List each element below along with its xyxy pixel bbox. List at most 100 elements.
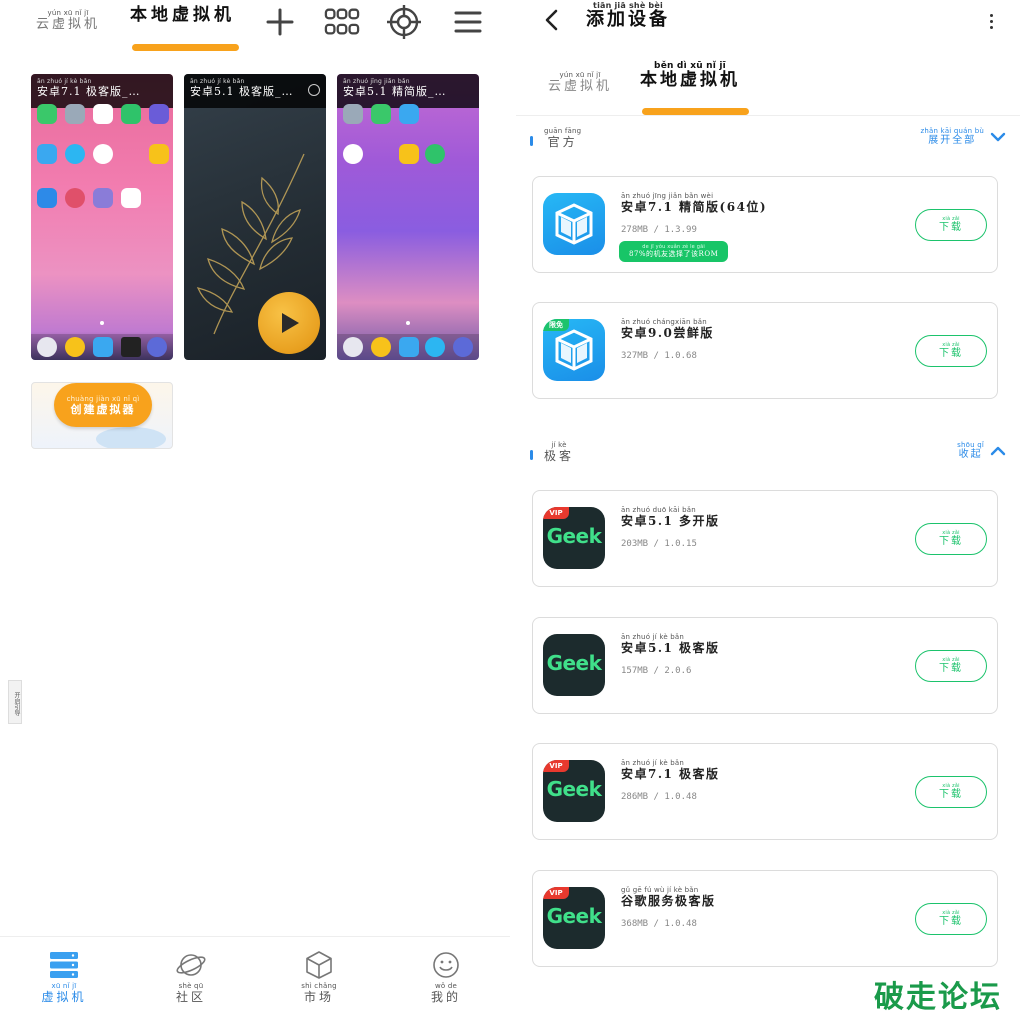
- download-button[interactable]: xià zǎi 下载: [915, 209, 987, 241]
- rom-card[interactable]: ān zhuó jīng jiǎn bǎn wèi 安卓7.1 精简版(64位)…: [532, 176, 998, 273]
- create-vm-button[interactable]: chuàng jiàn xū nǐ qì 创建虚拟器: [54, 383, 152, 427]
- vm-card[interactable]: ān zhuó jīng jiǎn bǎn 安卓5.1 精简版_…: [337, 74, 479, 360]
- tab-bar: yún xū nǐ jī 云虚拟机 běn dì xū nǐ jī 本地虚拟机: [516, 56, 1020, 116]
- server-icon: [48, 949, 80, 981]
- vm-card[interactable]: ān zhuó jí kè bǎn 安卓5.1 极客版_…: [184, 74, 326, 360]
- nav-label: shè qū 社区: [175, 982, 206, 1004]
- tab-local-vm[interactable]: běn dì xū nǐ jī 本地虚拟机: [640, 62, 740, 89]
- app-icon: [37, 144, 57, 164]
- rom-card[interactable]: Geek VIP ān zhuó jí kè bǎn 安卓7.1 极客版 286…: [532, 743, 998, 840]
- geek-logo-icon: Geek VIP: [543, 507, 605, 569]
- tab-indicator: [132, 44, 239, 51]
- section-bar: [530, 450, 533, 460]
- vm-title: ān zhuó jí kè bǎn 安卓7.1 极客版_…: [31, 74, 173, 108]
- vm-card[interactable]: ān zhuó jí kè bǎn 安卓7.1 极客版_…: [31, 74, 173, 360]
- download-icon: [121, 104, 141, 124]
- nav-mine[interactable]: wǒ de 我的: [411, 949, 481, 1003]
- decoration: [96, 427, 166, 448]
- app-icon: [399, 337, 419, 357]
- section-official: guān fāng 官方 zhǎn kāi quán bù 展开全部: [530, 126, 1006, 156]
- download-label: xià zǎi 下载: [939, 342, 963, 359]
- expand-all-label: zhǎn kāi quán bù 展开全部: [920, 127, 984, 146]
- geek-logo-text: Geek: [546, 651, 602, 675]
- plus-icon[interactable]: [262, 6, 298, 38]
- create-vm-card[interactable]: chuàng jiàn xū nǐ qì 创建虚拟器: [31, 382, 173, 449]
- section-title: guān fāng 官方: [544, 127, 582, 149]
- download-button[interactable]: xià zǎi 下载: [915, 650, 987, 682]
- section-geek: jí kè 极客 shōu qǐ 收起: [530, 440, 1006, 470]
- play-button[interactable]: [258, 292, 320, 354]
- nav-label: shì chǎng 市场: [301, 982, 337, 1004]
- menu-icon[interactable]: [450, 6, 486, 38]
- rom-card[interactable]: Geek ān zhuó jí kè bǎn 安卓5.1 极客版 157MB /…: [532, 617, 998, 714]
- settings-icon[interactable]: [308, 84, 320, 96]
- page-dot: [406, 321, 410, 325]
- qr-icon: [121, 188, 141, 208]
- guide-tab[interactable]: 开启引导: [8, 680, 22, 724]
- download-label: xià zǎi 下载: [939, 783, 963, 800]
- rom-meta: 203MB / 1.0.15: [621, 539, 697, 549]
- nav-label: xū nǐ jī 虚拟机: [41, 982, 87, 1004]
- nav-community[interactable]: shè qū 社区: [156, 949, 226, 1003]
- geek-logo-icon: Geek VIP: [543, 760, 605, 822]
- create-vm-label: chuàng jiàn xū nǐ qì 创建虚拟器: [66, 394, 140, 416]
- rom-card[interactable]: Geek VIP gǔ gē fú wù jí kè bǎn 谷歌服务极客版 3…: [532, 870, 998, 967]
- watermark: 破走论坛: [874, 980, 1002, 1015]
- rom-name: ān zhuó duō kāi bǎn 安卓5.1 多开版: [621, 506, 720, 528]
- nav-vm[interactable]: xū nǐ jī 虚拟机: [29, 949, 99, 1003]
- grid-icon[interactable]: [324, 6, 360, 38]
- rom-name: ān zhuó chángxiān bǎn 安卓9.0尝鲜版: [621, 318, 714, 340]
- terminal-icon: [121, 337, 141, 357]
- app-icon: [65, 188, 85, 208]
- geek-logo-icon: Geek VIP: [543, 887, 605, 949]
- app-icon: [343, 337, 363, 357]
- tools-icon: [147, 337, 167, 357]
- chevron-down-icon: [990, 132, 1006, 142]
- rom-name: gǔ gē fú wù jí kè bǎn 谷歌服务极客版: [621, 886, 716, 908]
- geek-logo-text: Geek: [546, 524, 602, 548]
- top-bar: yún xū nǐ jī 云虚拟机 本地虚拟机: [0, 0, 510, 62]
- app-icon: [149, 104, 169, 124]
- tab-cloud-vm[interactable]: yún xū nǐ jī 云虚拟机: [36, 10, 100, 32]
- rom-card[interactable]: Geek VIP ān zhuó duō kāi bǎn 安卓5.1 多开版 2…: [532, 490, 998, 587]
- download-button[interactable]: xià zǎi 下载: [915, 776, 987, 808]
- play-icon: [282, 313, 299, 333]
- expand-all-button[interactable]: zhǎn kāi quán bù 展开全部: [921, 128, 1007, 146]
- settings-icon: [65, 104, 85, 124]
- download-label: xià zǎi 下载: [939, 910, 963, 927]
- app-icon: [93, 337, 113, 357]
- download-button[interactable]: xià zǎi 下载: [915, 335, 987, 367]
- app-icon: [65, 337, 85, 357]
- collapse-button[interactable]: shōu qǐ 收起: [957, 442, 1006, 460]
- tools-icon: [453, 337, 473, 357]
- free-badge: 限免: [543, 319, 569, 331]
- app-icon: [93, 104, 113, 124]
- local-vm-panel: yún xū nǐ jī 云虚拟机 本地虚拟机 ān zhuó jí kè bǎ…: [0, 0, 510, 1020]
- tab-cloud-vm[interactable]: yún xū nǐ jī 云虚拟机: [548, 72, 612, 94]
- vip-badge: VIP: [543, 760, 569, 772]
- app-icon: [37, 104, 57, 124]
- rom-card[interactable]: 限免 ān zhuó chángxiān bǎn 安卓9.0尝鲜版 327MB …: [532, 302, 998, 399]
- bug-icon: [37, 188, 57, 208]
- camera-icon: [93, 144, 113, 164]
- geek-logo-icon: Geek: [543, 634, 605, 696]
- collapse-label: shōu qǐ 收起: [957, 441, 984, 460]
- more-icon[interactable]: [982, 8, 1000, 34]
- gear-icon: [65, 144, 85, 164]
- download-label: xià zǎi 下载: [939, 216, 963, 233]
- nav-label: wǒ de 我的: [430, 982, 461, 1004]
- download-button[interactable]: xià zǎi 下载: [915, 523, 987, 555]
- download-icon: [425, 144, 445, 164]
- target-icon[interactable]: [386, 5, 422, 39]
- download-button[interactable]: xià zǎi 下载: [915, 903, 987, 935]
- app-icon: [37, 337, 57, 357]
- add-device-panel: tiān jiā shè bèi 添加设备 yún xū nǐ jī 云虚拟机 …: [516, 0, 1020, 1020]
- chevron-left-icon: [545, 9, 558, 31]
- rom-meta: 368MB / 1.0.48: [621, 919, 697, 929]
- tab-local-vm[interactable]: 本地虚拟机: [130, 6, 235, 24]
- vmos-logo-icon: [543, 193, 605, 255]
- rom-name: ān zhuó jīng jiǎn bǎn wèi 安卓7.1 精简版(64位): [621, 192, 768, 214]
- rom-meta: 327MB / 1.0.68: [621, 351, 697, 361]
- back-button[interactable]: [538, 6, 566, 34]
- nav-market[interactable]: shì chǎng 市场: [284, 949, 354, 1003]
